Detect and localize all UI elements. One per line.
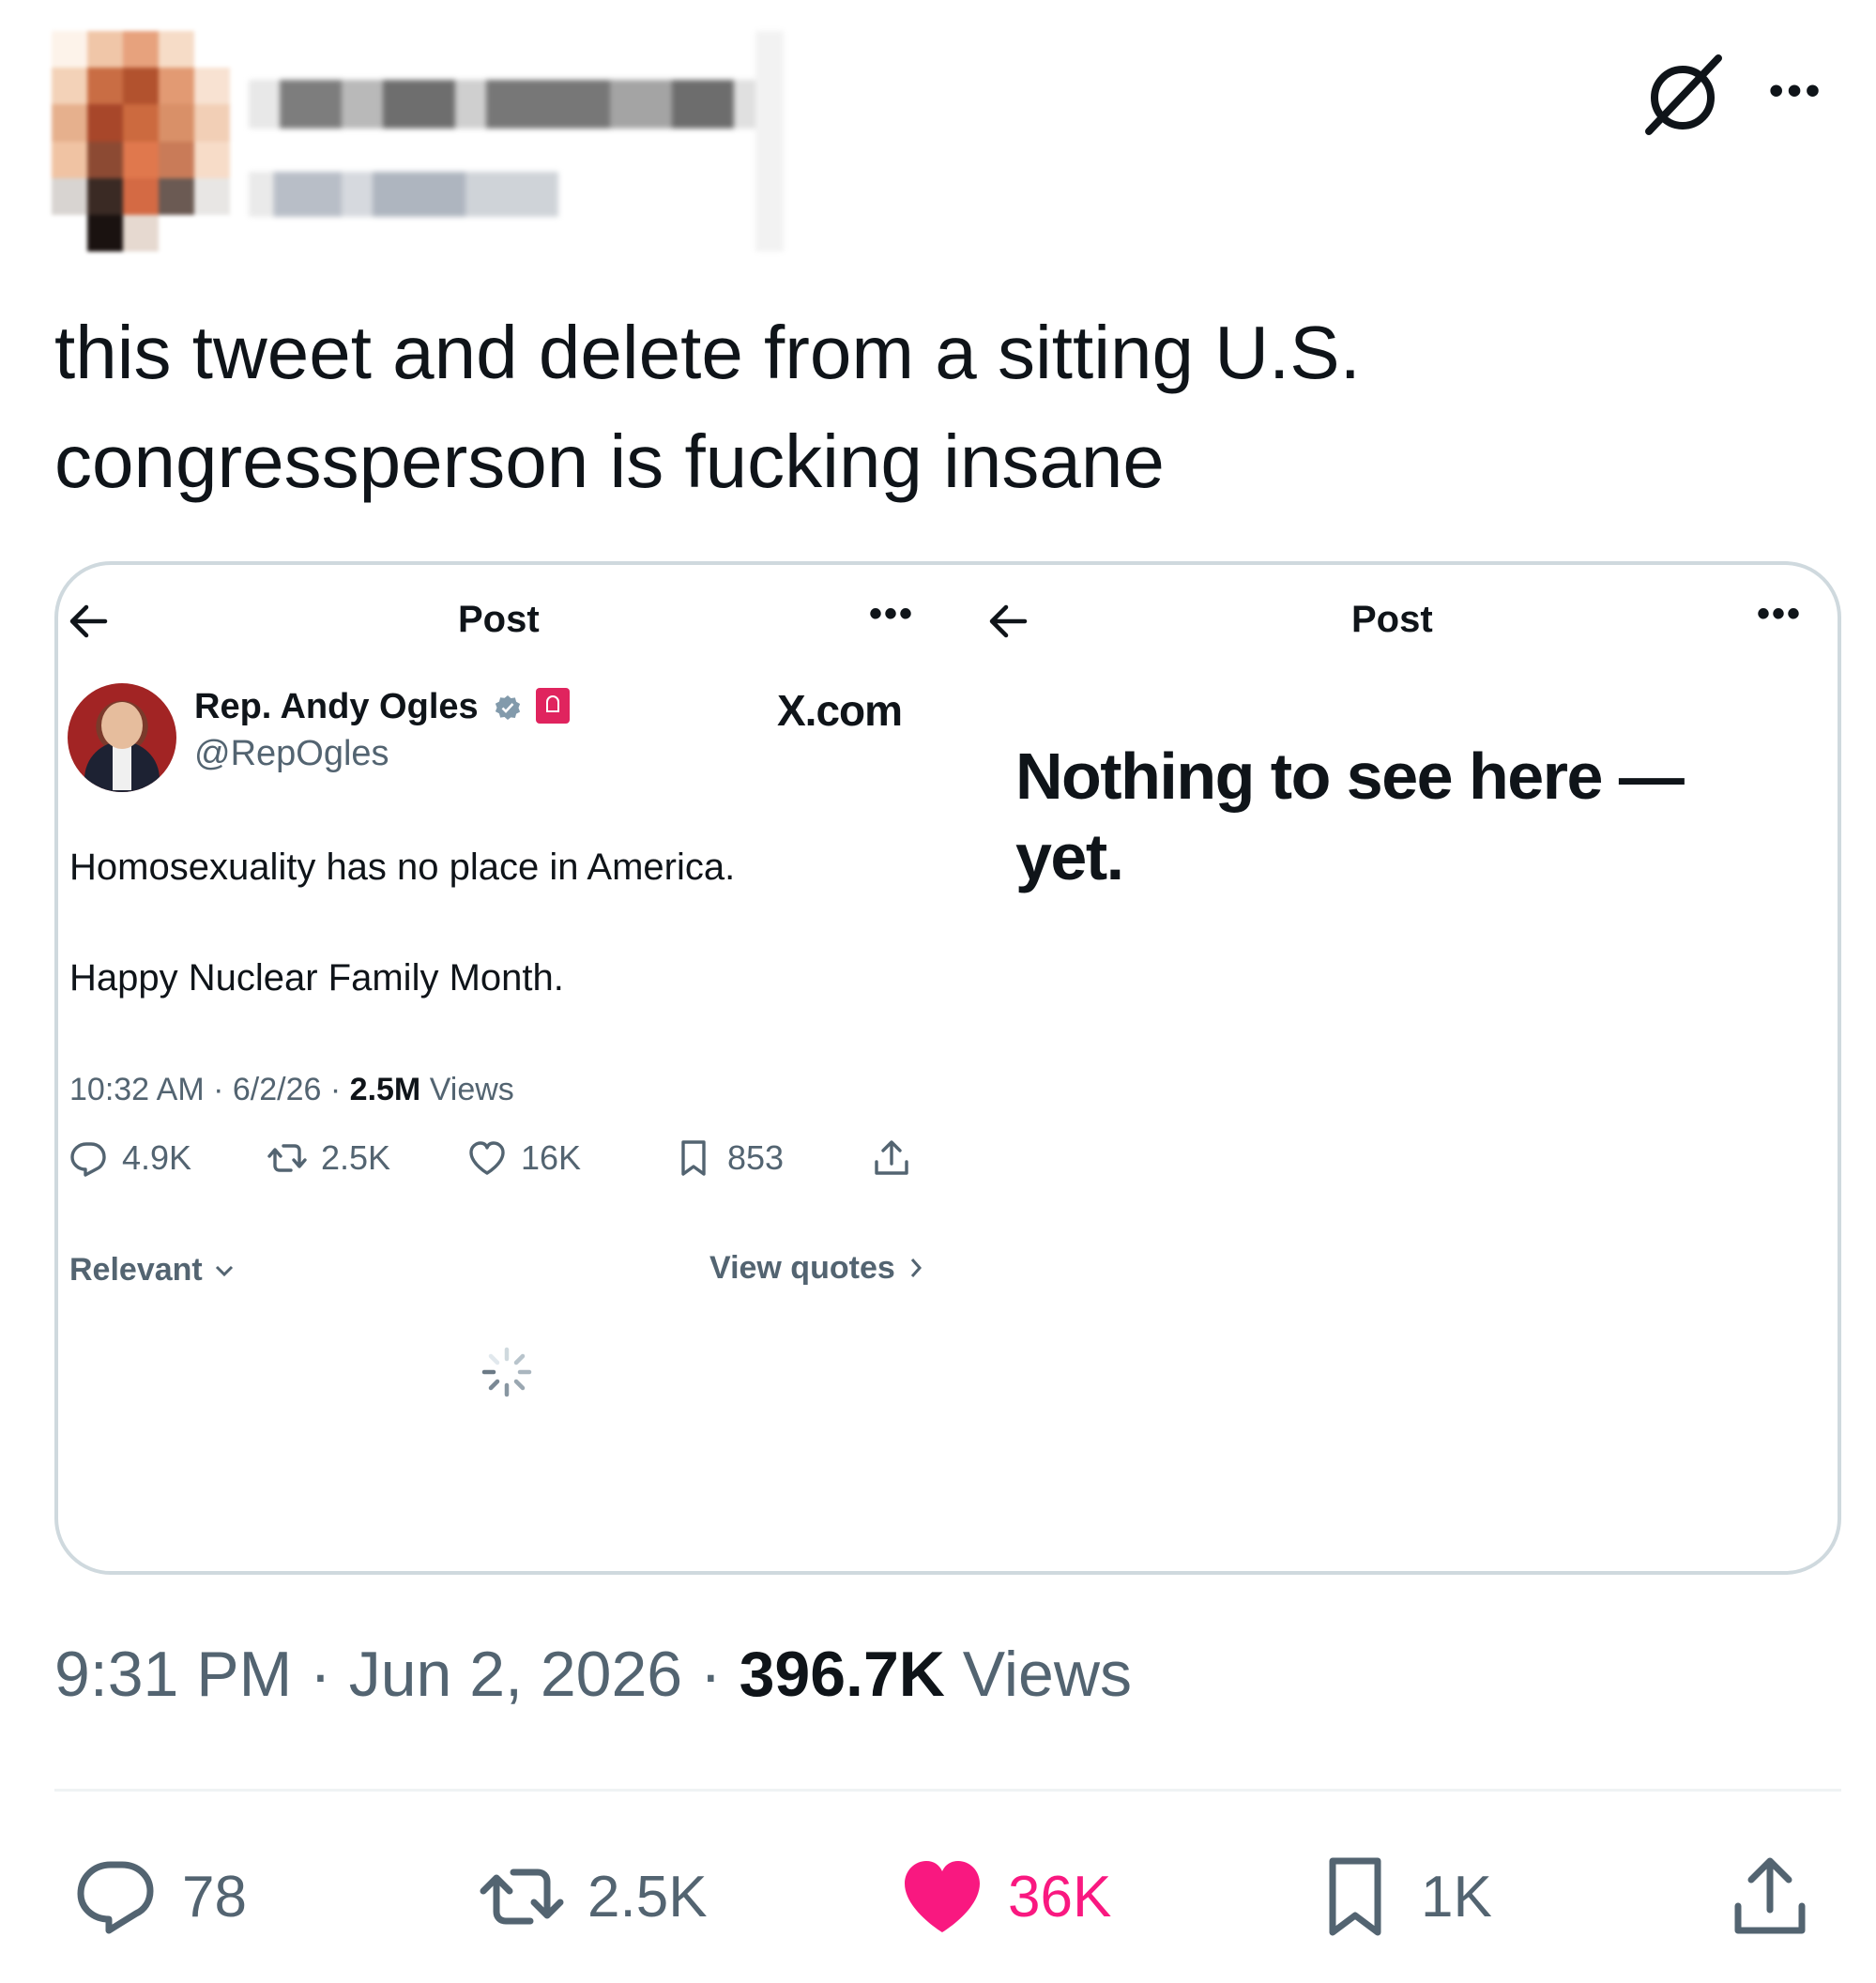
screenshot-right-more-icon: ••• [1757,593,1803,634]
bookmark-icon [1329,1857,1381,1936]
view-quotes-link: View quotes [709,1250,923,1287]
chevron-down-icon [215,1250,234,1287]
heart-icon [469,1141,505,1175]
post-views-label: Views [962,1639,1132,1710]
quoted-post-date: 6/2/26 [232,1072,322,1107]
more-options-button[interactable]: ••• [1769,68,1823,114]
loading-spinner-icon [480,1346,533,1398]
post-text-line-2: congressperson is fucking insane [54,419,1165,503]
bookmark-button[interactable]: 1K [1312,1853,1492,1940]
post-text-line-1: this tweet and delete from a sitting U.S… [54,311,1361,394]
quoted-post-views-count: 2.5M [349,1072,421,1107]
reply-count: 78 [182,1864,247,1930]
repost-count: 2.5K [587,1864,708,1930]
screenshot-left-panel: Post ••• Rep. Andy Ogles @RepOgles X.com… [58,565,959,1571]
reply-icon [77,1861,154,1934]
like-count: 36K [1008,1864,1112,1930]
quoted-post-line-2: Happy Nuclear Family Month. [69,957,564,999]
verified-badge-icon [494,691,522,731]
quoted-share-icon [871,1137,912,1179]
quoted-author-name: Rep. Andy Ogles [194,687,479,726]
repost-button[interactable]: 2.5K [479,1853,708,1940]
back-arrow-icon [985,599,1030,644]
grok-icon[interactable] [1638,51,1728,141]
quoted-repost-stat: 2.5K [267,1137,390,1179]
author-avatar-blurred[interactable] [52,31,230,252]
bookmark-count: 1K [1421,1864,1492,1930]
quoted-post-line-1: Homosexuality has no place in America. [69,847,736,888]
reply-button[interactable]: 78 [73,1853,247,1940]
x-com-watermark: X.com [777,686,903,735]
chevron-right-icon [909,1250,923,1287]
quoted-post-meta: 10:32 AM · 6/2/26 · 2.5M Views [69,1072,514,1107]
post-timestamp-row: 9:31 PM · Jun 2, 2026 · 396.7K Views [54,1639,1132,1710]
nothing-to-see-message: Nothing to see here — yet. [1015,740,1685,893]
quoted-post-time: 10:32 AM [69,1072,205,1107]
post-time[interactable]: 9:31 PM [54,1639,292,1710]
post-date[interactable]: Jun 2, 2026 [349,1639,682,1710]
screenshot-left-more-icon: ••• [869,593,915,634]
screenshot-left-title: Post [458,599,540,640]
heart-filled-icon [905,1861,980,1932]
share-button[interactable] [1727,1853,1813,1940]
reply-icon [70,1142,106,1177]
repost-icon [480,1869,564,1925]
bookmark-icon [681,1140,706,1176]
screenshot-right-title: Post [1351,599,1433,640]
back-arrow-icon [66,599,111,644]
post-text: this tweet and delete from a sitting U.S… [54,298,1800,516]
screenshot-right-panel: Post ••• Nothing to see here — yet. [959,565,1838,1571]
divider [54,1789,1841,1792]
quoted-post-views-label: Views [429,1072,514,1107]
quoted-reply-stat: 4.9K [68,1137,191,1179]
like-button[interactable]: 36K [899,1853,1111,1940]
rep-ogles-avatar [68,683,176,792]
quoted-like-stat: 16K [466,1137,581,1179]
repost-icon [267,1144,307,1172]
sort-relevant-dropdown: Relevant [69,1250,234,1289]
quoted-author-handle: @RepOgles [194,734,389,773]
quoted-bookmark-stat: 853 [673,1137,784,1179]
share-icon [1734,1857,1806,1934]
congress-badge-icon [535,688,570,724]
post-views-count: 396.7K [739,1639,945,1710]
attached-image[interactable]: Post ••• Rep. Andy Ogles @RepOgles X.com… [54,561,1841,1575]
author-name-blurred[interactable] [249,31,798,252]
